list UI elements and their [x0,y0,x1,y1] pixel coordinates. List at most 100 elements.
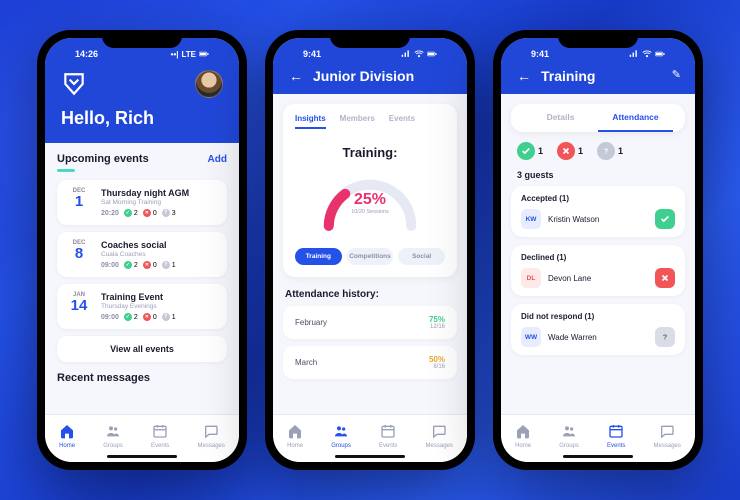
history-row[interactable]: February 75% 12/16 [283,306,457,339]
nav-label: Groups [559,443,579,449]
status-time: 14:26 [75,49,98,59]
response-group-card: Did not respond (1) WW Wade Warren ? [511,304,685,355]
nav-home[interactable]: Home [287,423,303,449]
nav-label: Home [59,443,75,449]
segment-competitions[interactable]: Competitions [347,248,394,265]
nav-home[interactable]: Home [59,423,75,449]
segment-training[interactable]: Training [295,248,342,265]
training-title: Training: [295,145,445,160]
attendance-gauge: 25% 10/20 Sessions [295,168,445,238]
group-title: Accepted (1) [521,194,675,203]
back-button[interactable]: ← [517,68,531,84]
event-subtitle: Sat Morning Training [101,199,217,206]
response-action-icon[interactable]: ? [655,327,675,347]
tab-events[interactable]: Events [389,114,415,129]
nav-label: Events [151,443,169,449]
status-time: 9:41 [303,49,321,59]
noresponse-count: 1 [618,146,623,156]
signal-icon [401,50,411,58]
event-card[interactable]: Jan 14 Training Event Thursday Evenings … [57,284,227,329]
home-icon [59,423,75,441]
events-icon [152,423,168,441]
accepted-count: 2 [134,210,138,217]
notch [102,30,182,48]
nav-messages[interactable]: Messages [198,423,225,449]
x-icon: ✕ [143,209,151,217]
nav-events[interactable]: Events [379,423,397,449]
tab-attendance[interactable]: Attendance [598,112,673,132]
wifi-icon [642,50,652,58]
response-action-icon[interactable] [655,209,675,229]
nav-label: Messages [198,443,225,449]
event-card[interactable]: Dec 1 Thursday night AGM Sat Morning Tra… [57,180,227,225]
person-row[interactable]: WW Wade Warren ? [521,327,675,347]
messages-icon [431,423,447,441]
response-action-icon[interactable] [655,268,675,288]
add-event-button[interactable]: Add [208,154,227,165]
nav-label: Events [607,443,625,449]
history-month: March [295,358,317,367]
accepted-count: 2 [134,314,138,321]
x-icon [557,142,575,160]
nav-groups[interactable]: Groups [559,423,579,449]
x-icon: ✕ [143,313,151,321]
edit-icon[interactable]: ✎ [672,68,681,81]
nav-events[interactable]: Events [151,423,169,449]
declined-count: 0 [153,314,157,321]
nav-messages[interactable]: Messages [426,423,453,449]
tab-insights[interactable]: Insights [295,114,326,129]
back-button[interactable]: ← [289,68,303,84]
history-row[interactable]: March 50% 8/16 [283,346,457,379]
app-logo [61,71,87,97]
history-fraction: 8/16 [429,364,445,370]
person-name: Devon Lane [548,274,648,283]
view-all-events-button[interactable]: View all events [57,336,227,362]
nav-events[interactable]: Events [607,423,625,449]
page-title: Junior Division [313,68,414,84]
nav-messages[interactable]: Messages [654,423,681,449]
group-tabs: Insights Members Events [295,114,445,135]
home-indicator [335,455,405,458]
nav-label: Home [287,443,303,449]
tab-details[interactable]: Details [523,112,598,132]
recent-messages-title: Recent messages [57,372,227,384]
home-icon [515,423,531,441]
person-row[interactable]: DL Devon Lane [521,268,675,288]
person-initials: DL [521,268,541,288]
tab-members[interactable]: Members [340,114,375,129]
status-indicators [401,50,437,58]
avatar[interactable] [195,70,223,98]
noresponse-count: 1 [172,262,176,269]
upcoming-events-title: Upcoming events [57,153,149,165]
svg-text:?: ? [604,147,609,156]
page-title: Training [541,68,595,84]
event-time: 20:20 [101,210,119,217]
response-group-card: Declined (1) DL Devon Lane [511,245,685,296]
nav-home[interactable]: Home [515,423,531,449]
declined-count: 1 [578,146,583,156]
person-name: Wade Warren [548,333,648,342]
check-icon: ✓ [124,209,132,217]
nav-label: Events [379,443,397,449]
groups-icon [561,423,577,441]
question-icon: ? [162,261,170,269]
status-time: 9:41 [531,49,549,59]
nav-label: Home [515,443,531,449]
event-day: 14 [71,298,88,313]
person-row[interactable]: KW Kristin Watson [521,209,675,229]
gauge-percentage: 25% [351,191,389,209]
segment-social[interactable]: Social [398,248,445,265]
history-percentage: 75% [429,315,445,324]
person-initials: WW [521,327,541,347]
history-percentage: 50% [429,355,445,364]
question-icon: ? [162,313,170,321]
groups-icon [333,423,349,441]
nav-groups[interactable]: Groups [331,423,351,449]
noresponse-count: 1 [172,314,176,321]
declined-count: 0 [153,262,157,269]
status-summary: 1 1 ? 1 [501,132,695,166]
check-icon [517,142,535,160]
event-card[interactable]: Dec 8 Coaches social Cuala Coaches 09:00… [57,232,227,277]
nav-groups[interactable]: Groups [103,423,123,449]
accepted-count: 1 [538,146,543,156]
